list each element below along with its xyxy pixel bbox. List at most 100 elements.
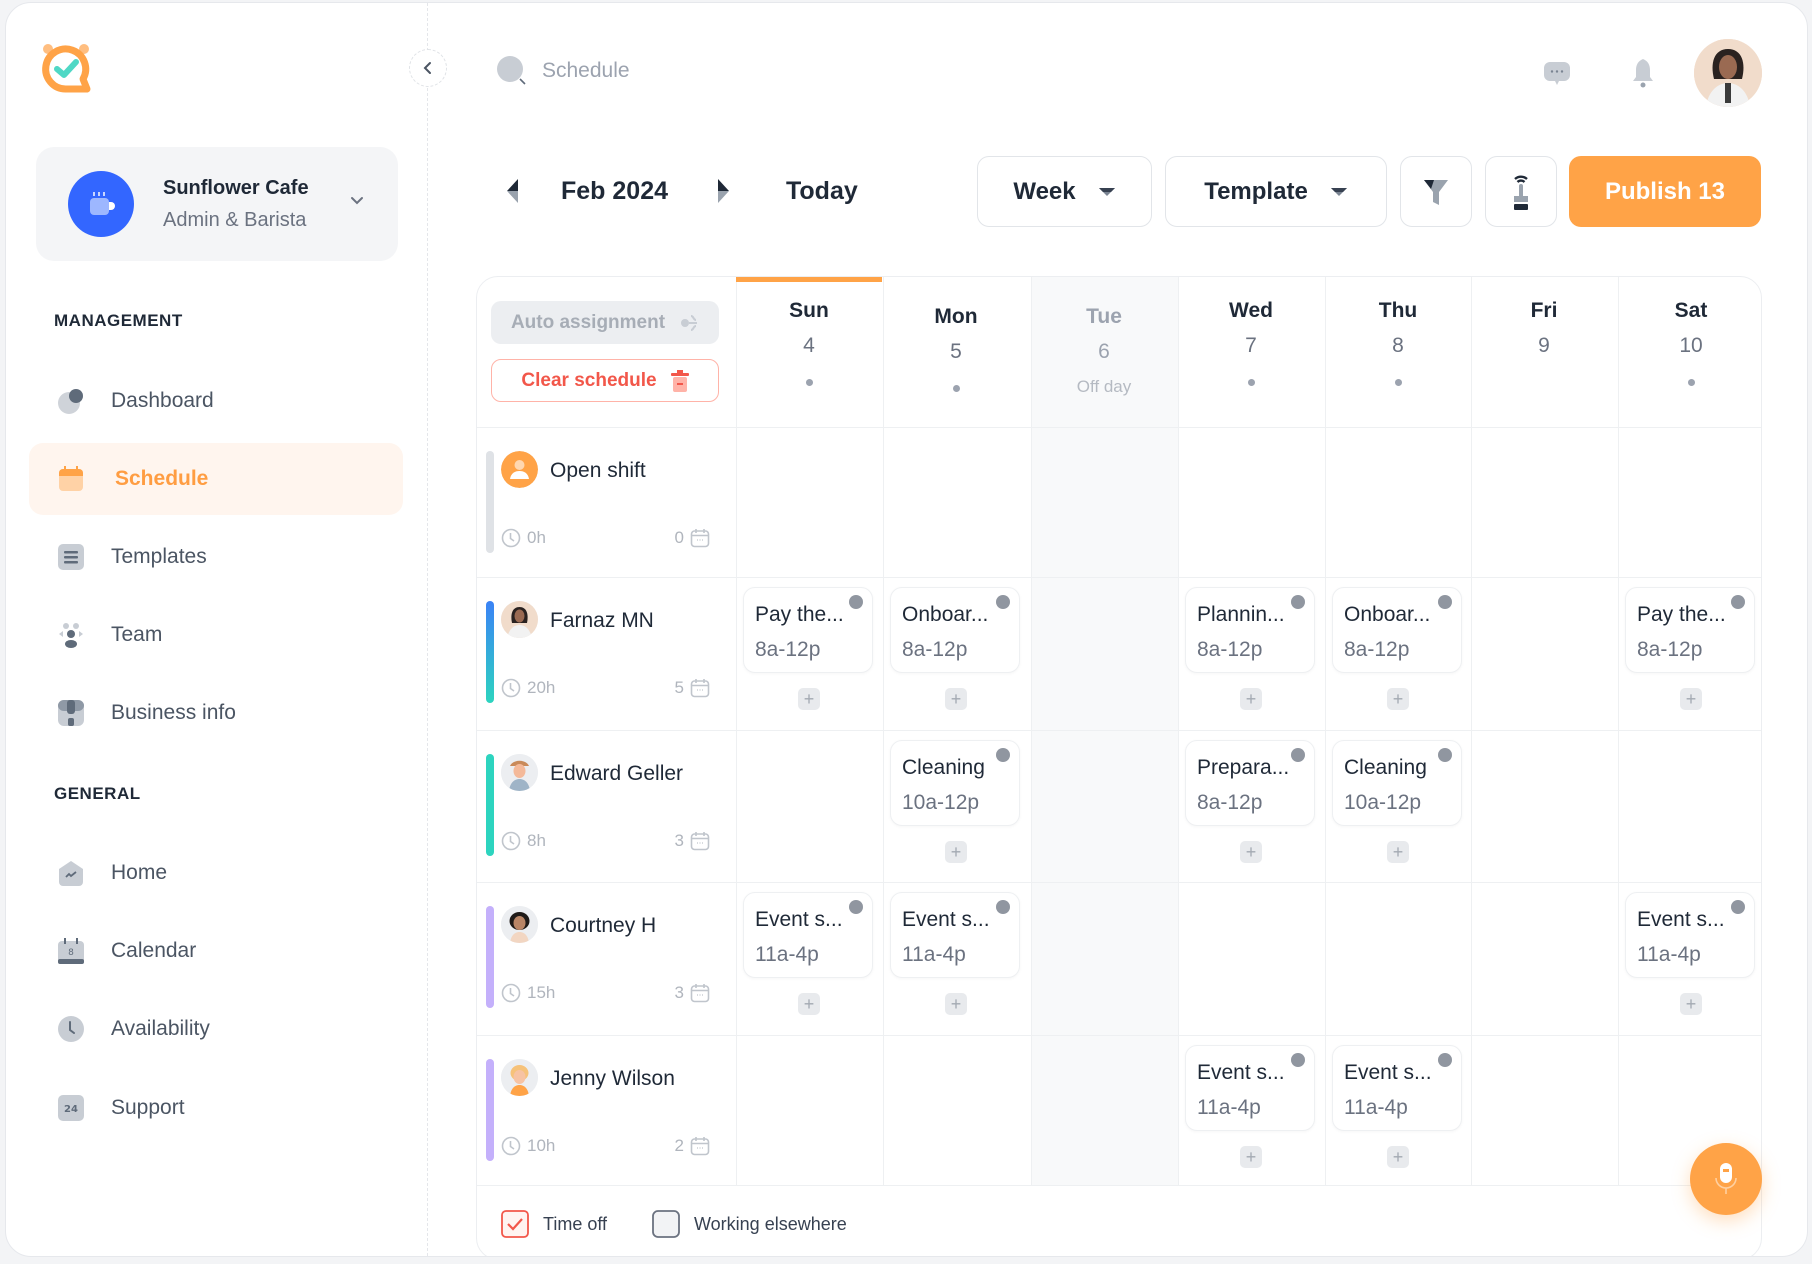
shift-card[interactable]: Cleaning 10a-12p (890, 740, 1020, 826)
employee-avatar[interactable] (501, 1059, 538, 1096)
add-shift-button[interactable]: + (1240, 688, 1262, 710)
add-shift-button[interactable]: + (798, 688, 820, 710)
shift-card[interactable]: Prepara... 8a-12p (1185, 740, 1315, 826)
add-shift-button[interactable]: + (1680, 993, 1702, 1015)
sidebar-item-home[interactable]: Home (29, 837, 403, 909)
day-header-sun[interactable]: Sun 4 (736, 277, 882, 427)
employee-name[interactable]: Open shift (550, 459, 646, 483)
app-window: Sunflower Cafe Admin & Barista MANAGEMEN… (5, 2, 1808, 1257)
auto-assignment-button[interactable]: Auto assignment (491, 301, 719, 344)
filter-button[interactable] (1400, 156, 1472, 227)
employee-avatar[interactable] (501, 451, 538, 488)
add-shift-button[interactable]: + (1680, 688, 1702, 710)
day-header-thu[interactable]: Thu 8 (1325, 277, 1471, 427)
hours-value: 15h (527, 983, 556, 1002)
clear-schedule-button[interactable]: Clear schedule (491, 359, 719, 402)
add-shift-button[interactable]: + (1240, 841, 1262, 863)
collapse-sidebar-button[interactable] (409, 49, 447, 87)
legend-working-elsewhere: Working elsewhere (652, 1210, 847, 1238)
next-week-button[interactable] (714, 177, 732, 205)
clock-outline-icon (501, 528, 521, 548)
sidebar-item-team[interactable]: Team (29, 599, 403, 671)
shift-title: Event s... (755, 908, 843, 931)
add-shift-button[interactable]: + (945, 688, 967, 710)
employee-row-header: Courtney H 15h 3 (477, 882, 735, 1034)
user-avatar[interactable] (1694, 39, 1762, 107)
user-photo-icon (1694, 39, 1762, 107)
sidebar-item-dashboard[interactable]: Dashboard (29, 365, 403, 437)
add-shift-button[interactable]: + (1240, 1146, 1262, 1168)
day-activity-dot (1394, 379, 1402, 386)
shift-card[interactable]: Plannin... 8a-12p (1185, 587, 1315, 673)
voice-assistant-button[interactable] (1690, 1143, 1762, 1215)
shift-time: 10a-12p (1344, 791, 1422, 814)
view-select-week[interactable]: Week (977, 156, 1152, 227)
shift-status-dot (1438, 595, 1452, 609)
shift-time: 8a-12p (902, 638, 968, 661)
shift-time: 11a-4p (1197, 1096, 1261, 1119)
add-shift-button[interactable]: + (945, 993, 967, 1015)
clock-outline-icon (501, 678, 521, 698)
shift-status-dot (1291, 1053, 1305, 1067)
sidebar-item-business-info[interactable]: Business info (29, 677, 403, 749)
add-shift-button[interactable]: + (798, 993, 820, 1015)
sidebar-item-schedule[interactable]: Schedule (29, 443, 403, 515)
previous-week-button[interactable] (504, 177, 522, 205)
svg-text:24: 24 (64, 1104, 78, 1115)
shift-card[interactable]: Event s... 11a-4p (1185, 1045, 1315, 1131)
business-switcher[interactable]: Sunflower Cafe Admin & Barista (36, 147, 398, 261)
calendar-outline-icon (690, 529, 710, 548)
day-header-mon[interactable]: Mon 5 (883, 277, 1029, 427)
shift-count-value: 3 (674, 831, 684, 850)
shift-card[interactable]: Event s... 11a-4p (1332, 1045, 1462, 1131)
sidebar-item-availability[interactable]: Availability (29, 993, 403, 1065)
shift-card[interactable]: Pay the... 8a-12p (743, 587, 873, 673)
employee-color-bar (486, 601, 494, 703)
add-shift-button[interactable]: + (1387, 1146, 1409, 1168)
day-header-wed[interactable]: Wed 7 (1178, 277, 1324, 427)
add-shift-button[interactable]: + (1387, 688, 1409, 710)
day-activity-dot (1687, 379, 1695, 386)
add-shift-button[interactable]: + (1387, 841, 1409, 863)
caret-down-icon (1098, 187, 1115, 196)
shift-card[interactable]: Onboar... 8a-12p (890, 587, 1020, 673)
shift-card[interactable]: Event s... 11a-4p (743, 892, 873, 978)
publish-button[interactable]: Publish 13 (1569, 156, 1761, 227)
employee-name[interactable]: Edward Geller (550, 762, 683, 786)
shift-card[interactable]: Pay the... 8a-12p (1625, 587, 1755, 673)
sidebar-item-support[interactable]: 24 Support (29, 1072, 403, 1144)
employee-name[interactable]: Jenny Wilson (550, 1067, 675, 1091)
calendar-outline-icon (690, 832, 710, 851)
today-button[interactable]: Today (786, 177, 858, 206)
shift-card[interactable]: Cleaning 10a-12p (1332, 740, 1462, 826)
employee-shift-count: 0 (675, 528, 710, 548)
sidebar-item-label: Schedule (115, 467, 209, 490)
template-select[interactable]: Template (1165, 156, 1387, 227)
employee-avatar[interactable] (501, 906, 538, 943)
shift-card[interactable]: Event s... 11a-4p (890, 892, 1020, 978)
search-input[interactable]: Schedule (496, 55, 630, 87)
employee-name[interactable]: Courtney H (550, 914, 656, 938)
shift-status-dot (1438, 748, 1452, 762)
sidebar-item-templates[interactable]: Templates (29, 521, 403, 593)
auto-assign-icon (681, 314, 698, 331)
add-shift-button[interactable]: + (945, 841, 967, 863)
chat-icon[interactable] (1543, 59, 1571, 87)
shift-title: Event s... (902, 908, 990, 931)
day-name: Tue (1086, 305, 1122, 328)
day-header-sat[interactable]: Sat 10 (1618, 277, 1761, 427)
employee-avatar[interactable] (501, 601, 538, 638)
day-header-fri[interactable]: Fri 9 (1471, 277, 1617, 427)
employee-name[interactable]: Farnaz MN (550, 609, 654, 633)
day-header-tue[interactable]: Tue 6 Off day (1031, 277, 1177, 427)
notification-bell-icon[interactable] (1630, 57, 1656, 89)
day-number: 6 (1098, 340, 1110, 363)
shift-card[interactable]: Event s... 11a-4p (1625, 892, 1755, 978)
auto-touch-button[interactable] (1485, 156, 1557, 227)
shift-title: Pay the... (755, 603, 844, 626)
employee-avatar[interactable] (501, 754, 538, 791)
calendar-date-icon: 8 (58, 938, 84, 964)
shift-title: Event s... (1344, 1061, 1432, 1084)
shift-card[interactable]: Onboar... 8a-12p (1332, 587, 1462, 673)
sidebar-item-calendar[interactable]: 8 Calendar (29, 915, 403, 987)
